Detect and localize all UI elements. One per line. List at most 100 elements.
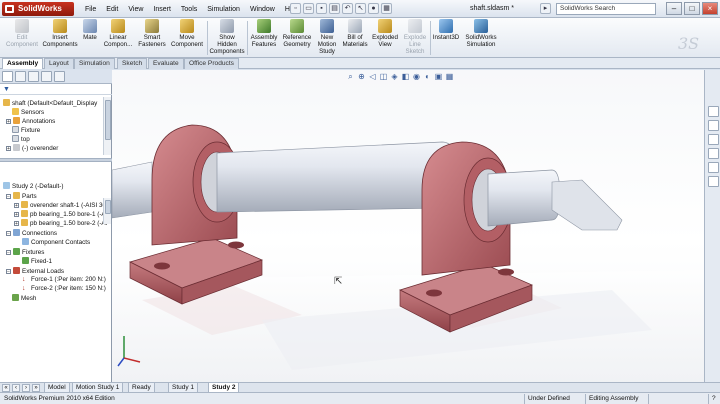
menu-view[interactable]: View bbox=[123, 5, 148, 14]
view-palette-icon[interactable] bbox=[708, 148, 719, 159]
expand-icon[interactable]: + bbox=[14, 212, 19, 218]
tree-item[interactable]: Fixture bbox=[12, 126, 40, 135]
prev-tab-icon[interactable]: ‹ bbox=[12, 384, 20, 392]
file-explorer-icon[interactable] bbox=[708, 134, 719, 145]
move-component-button[interactable]: Move Component bbox=[168, 19, 206, 48]
tree-item[interactable]: + pb bearing_1.50 bore-1 (-Al bbox=[14, 210, 107, 219]
tree-item[interactable]: − Parts bbox=[6, 192, 37, 201]
help-icon[interactable]: ? bbox=[708, 394, 719, 404]
mate-button[interactable]: Mate bbox=[80, 19, 100, 41]
tree-item[interactable]: Study 2 (-Default-) bbox=[3, 182, 63, 191]
select-icon[interactable]: ↖ bbox=[355, 3, 366, 14]
tree-scrollbar[interactable] bbox=[103, 97, 111, 155]
collapse-icon[interactable]: − bbox=[6, 269, 11, 275]
tab-evaluate[interactable]: Evaluate bbox=[148, 58, 184, 69]
tree-item[interactable]: + overender shaft-1 (-AISI 30 bbox=[14, 201, 106, 210]
tree-item[interactable]: − Connections bbox=[6, 229, 57, 238]
close-icon[interactable]: × bbox=[702, 2, 718, 15]
expand-icon[interactable]: + bbox=[14, 203, 19, 209]
menu-simulation[interactable]: Simulation bbox=[202, 5, 245, 14]
linear-component-pattern-button[interactable]: Linear Compon... bbox=[101, 19, 135, 48]
collapse-icon[interactable]: − bbox=[6, 194, 11, 200]
bill-of-materials-button[interactable]: Bill of Materials bbox=[340, 19, 370, 48]
smart-fasteners-button[interactable]: Smart Fasteners bbox=[136, 19, 168, 48]
menu-edit[interactable]: Edit bbox=[101, 5, 123, 14]
configuration-manager-icon[interactable] bbox=[28, 71, 39, 82]
solidworks-simulation-button[interactable]: SolidWorks Simulation bbox=[462, 19, 500, 48]
hide-show-items-icon[interactable]: ◉ bbox=[412, 72, 421, 81]
panel-splitter[interactable] bbox=[0, 158, 112, 162]
tree-item[interactable]: + Annotations bbox=[6, 117, 55, 126]
solidworks-resources-icon[interactable] bbox=[708, 106, 719, 117]
appearances-icon[interactable] bbox=[708, 162, 719, 173]
expand-icon[interactable]: + bbox=[14, 221, 19, 227]
explode-line-sketch-button[interactable]: Explode Line Sketch bbox=[400, 19, 430, 55]
minimize-icon[interactable]: – bbox=[666, 2, 682, 15]
menu-file[interactable]: File bbox=[80, 5, 101, 14]
reference-geometry-button[interactable]: Reference Geometry bbox=[280, 19, 314, 48]
first-tab-icon[interactable]: « bbox=[2, 384, 10, 392]
tree-item[interactable]: ↓ Force-1 (:Per item: 200 N:) bbox=[22, 276, 106, 284]
tree-item[interactable]: Sensors bbox=[12, 108, 44, 117]
display-manager-icon[interactable] bbox=[54, 71, 65, 82]
save-icon[interactable]: ▪ bbox=[316, 3, 327, 14]
collapse-icon[interactable]: − bbox=[6, 250, 11, 256]
tree-item[interactable]: + pb bearing_1.50 bore-2 (-Al bbox=[14, 219, 107, 228]
scrollbar-thumb[interactable] bbox=[105, 200, 111, 214]
print-icon[interactable]: ▤ bbox=[329, 3, 340, 14]
menu-insert[interactable]: Insert bbox=[148, 5, 176, 14]
rebuild-icon[interactable]: ● bbox=[368, 3, 379, 14]
open-icon[interactable]: ▭ bbox=[303, 3, 314, 14]
new-document-icon[interactable]: ▫ bbox=[290, 3, 301, 14]
tree-item[interactable]: top bbox=[12, 135, 30, 144]
tree-filter[interactable]: ▼ bbox=[0, 85, 112, 95]
expand-icon[interactable]: + bbox=[6, 119, 11, 125]
zoom-to-area-icon[interactable]: ⊕ bbox=[357, 72, 366, 81]
insert-components-button[interactable]: Insert Components bbox=[42, 19, 78, 48]
solidworks-logo[interactable]: SolidWorks bbox=[2, 2, 74, 16]
undo-icon[interactable]: ↶ bbox=[342, 3, 353, 14]
show-hidden-components-button[interactable]: Show Hidden Components bbox=[208, 19, 246, 55]
tree-item[interactable]: + (-) overender bbox=[6, 144, 58, 153]
tab-layout[interactable]: Layout bbox=[44, 58, 74, 69]
custom-properties-icon[interactable] bbox=[708, 176, 719, 187]
help-arrow-icon[interactable]: ▸ bbox=[540, 3, 551, 14]
tree-item[interactable]: shaft (Default<Default_Display bbox=[3, 99, 97, 108]
maximize-icon[interactable]: □ bbox=[684, 2, 700, 15]
section-view-icon[interactable]: ◫ bbox=[379, 72, 388, 81]
edit-appearance-icon[interactable]: ◐ bbox=[423, 72, 432, 81]
last-tab-icon[interactable]: » bbox=[32, 384, 40, 392]
collapse-icon[interactable]: − bbox=[6, 231, 11, 237]
zoom-to-fit-icon[interactable]: ⌕ bbox=[346, 72, 355, 81]
apply-scene-icon[interactable]: ▣ bbox=[434, 72, 443, 81]
tree-item[interactable]: Mesh bbox=[12, 294, 36, 303]
tree-item[interactable]: Component Contacts bbox=[22, 238, 90, 247]
previous-view-icon[interactable]: ◁ bbox=[368, 72, 377, 81]
tab-sketch[interactable]: Sketch bbox=[117, 58, 148, 69]
assembly-features-button[interactable]: Assembly Features bbox=[248, 19, 280, 48]
tree-item[interactable]: ↓ Force-2 (:Per item: 150 N:) bbox=[22, 285, 106, 293]
tab-assembly[interactable]: Assembly bbox=[2, 58, 44, 69]
tab-simulation[interactable]: Simulation bbox=[74, 58, 115, 69]
instant3d-button[interactable]: Instant3D bbox=[431, 19, 461, 41]
expand-icon[interactable]: + bbox=[6, 146, 11, 152]
menu-tools[interactable]: Tools bbox=[176, 5, 202, 14]
display-style-icon[interactable]: ◧ bbox=[401, 72, 410, 81]
dimxpert-manager-icon[interactable] bbox=[41, 71, 52, 82]
graphics-area[interactable]: ⌕ ⊕ ◁ ◫ ◈ ◧ ◉ ◐ ▣ ▦ ⇱ bbox=[112, 70, 704, 382]
options-icon[interactable]: ▦ bbox=[381, 3, 392, 14]
search-input[interactable]: SolidWorks Search bbox=[556, 3, 656, 15]
next-tab-icon[interactable]: › bbox=[22, 384, 30, 392]
view-orientation-icon[interactable]: ◈ bbox=[390, 72, 399, 81]
design-library-icon[interactable] bbox=[708, 120, 719, 131]
study-tree-scrollbar[interactable] bbox=[103, 198, 111, 224]
menu-window[interactable]: Window bbox=[245, 5, 280, 14]
feature-manager-icon[interactable] bbox=[2, 71, 13, 82]
tree-item[interactable]: − External Loads bbox=[6, 267, 64, 276]
tree-item[interactable]: − Fixtures bbox=[6, 248, 44, 257]
tree-item[interactable]: Fixed-1 bbox=[22, 257, 52, 266]
new-motion-study-button[interactable]: New Motion Study bbox=[314, 19, 340, 55]
assembly-model[interactable] bbox=[112, 70, 704, 382]
scrollbar-thumb[interactable] bbox=[105, 100, 111, 140]
edit-component-button[interactable]: Edit Component bbox=[2, 19, 42, 48]
